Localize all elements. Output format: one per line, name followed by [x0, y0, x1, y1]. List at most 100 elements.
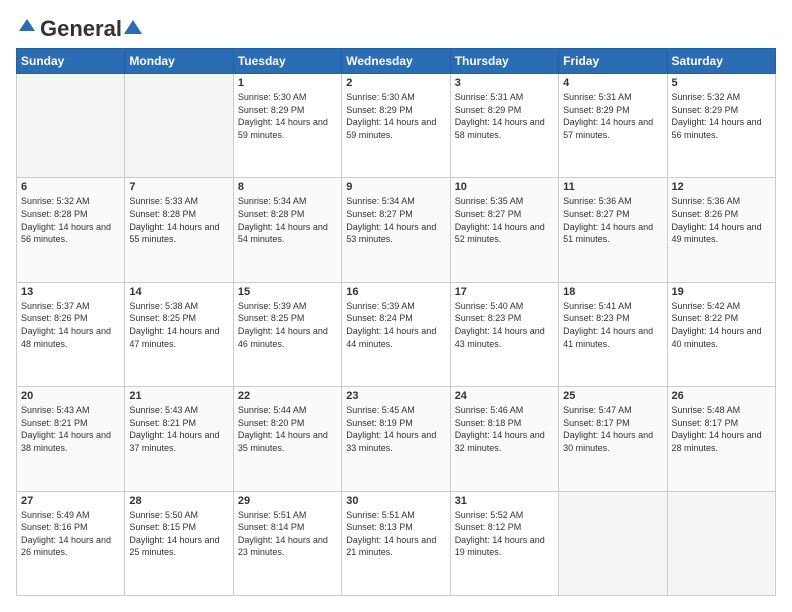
calendar-header-row: SundayMondayTuesdayWednesdayThursdayFrid…: [17, 49, 776, 74]
cell-details: Sunrise: 5:49 AMSunset: 8:16 PMDaylight:…: [21, 509, 120, 559]
calendar-table: SundayMondayTuesdayWednesdayThursdayFrid…: [16, 48, 776, 596]
day-number: 13: [21, 286, 120, 298]
day-number: 21: [129, 390, 228, 402]
cell-details: Sunrise: 5:39 AMSunset: 8:24 PMDaylight:…: [346, 300, 445, 350]
day-number: 16: [346, 286, 445, 298]
logo-icon: [17, 17, 37, 37]
cell-details: Sunrise: 5:36 AMSunset: 8:27 PMDaylight:…: [563, 195, 662, 245]
cell-details: Sunrise: 5:43 AMSunset: 8:21 PMDaylight:…: [21, 404, 120, 454]
cell-details: Sunrise: 5:50 AMSunset: 8:15 PMDaylight:…: [129, 509, 228, 559]
calendar-cell: 30 Sunrise: 5:51 AMSunset: 8:13 PMDayligh…: [342, 491, 450, 595]
cell-details: Sunrise: 5:30 AMSunset: 8:29 PMDaylight:…: [346, 91, 445, 141]
calendar-cell: 1 Sunrise: 5:30 AMSunset: 8:29 PMDaylight…: [233, 74, 341, 178]
calendar-cell: 7 Sunrise: 5:33 AMSunset: 8:28 PMDaylight…: [125, 178, 233, 282]
calendar-week-row: 6 Sunrise: 5:32 AMSunset: 8:28 PMDaylight…: [17, 178, 776, 282]
cell-details: Sunrise: 5:38 AMSunset: 8:25 PMDaylight:…: [129, 300, 228, 350]
logo-text-general: General: [40, 16, 122, 42]
calendar-cell: 8Sunrise: 5:34 AMSunset: 8:28 PMDaylight…: [233, 178, 341, 282]
cell-details: Sunrise: 5:33 AMSunset: 8:28 PMDaylight:…: [129, 195, 228, 245]
calendar-week-row: 13 Sunrise: 5:37 AMSunset: 8:26 PMDayligh…: [17, 282, 776, 386]
calendar-cell: 2 Sunrise: 5:30 AMSunset: 8:29 PMDaylight…: [342, 74, 450, 178]
day-number: 25: [563, 390, 662, 402]
calendar-cell: 29 Sunrise: 5:51 AMSunset: 8:14 PMDayligh…: [233, 491, 341, 595]
calendar-week-row: 1 Sunrise: 5:30 AMSunset: 8:29 PMDaylight…: [17, 74, 776, 178]
cell-details: Sunrise: 5:35 AMSunset: 8:27 PMDaylight:…: [455, 195, 554, 245]
day-number: 18: [563, 286, 662, 298]
cell-details: Sunrise: 5:36 AMSunset: 8:26 PMDaylight:…: [672, 195, 771, 245]
day-number: 6: [21, 181, 120, 193]
calendar-day-header: Friday: [559, 49, 667, 74]
calendar-cell: 28 Sunrise: 5:50 AMSunset: 8:15 PMDayligh…: [125, 491, 233, 595]
calendar-cell: 14Sunrise: 5:38 AMSunset: 8:25 PMDayligh…: [125, 282, 233, 386]
calendar-cell: 5 Sunrise: 5:32 AMSunset: 8:29 PMDaylight…: [667, 74, 775, 178]
logo: General: [16, 16, 142, 38]
calendar-cell: 23 Sunrise: 5:45 AMSunset: 8:19 PMDayligh…: [342, 387, 450, 491]
cell-details: Sunrise: 5:51 AMSunset: 8:14 PMDaylight:…: [238, 509, 337, 559]
calendar-day-header: Saturday: [667, 49, 775, 74]
calendar-cell: 31Sunrise: 5:52 AMSunset: 8:12 PMDayligh…: [450, 491, 558, 595]
day-number: 7: [129, 181, 228, 193]
calendar-day-header: Wednesday: [342, 49, 450, 74]
day-number: 28: [129, 495, 228, 507]
day-number: 22: [238, 390, 337, 402]
day-number: 26: [672, 390, 771, 402]
calendar-cell: [125, 74, 233, 178]
day-number: 30: [346, 495, 445, 507]
day-number: 11: [563, 181, 662, 193]
day-number: 9: [346, 181, 445, 193]
cell-details: Sunrise: 5:40 AMSunset: 8:23 PMDaylight:…: [455, 300, 554, 350]
cell-details: Sunrise: 5:46 AMSunset: 8:18 PMDaylight:…: [455, 404, 554, 454]
day-number: 27: [21, 495, 120, 507]
day-number: 15: [238, 286, 337, 298]
calendar-cell: 12 Sunrise: 5:36 AMSunset: 8:26 PMDayligh…: [667, 178, 775, 282]
day-number: 17: [455, 286, 554, 298]
cell-details: Sunrise: 5:52 AMSunset: 8:12 PMDaylight:…: [455, 509, 554, 559]
day-number: 20: [21, 390, 120, 402]
logo-triangle-icon: [124, 20, 142, 34]
cell-details: Sunrise: 5:41 AMSunset: 8:23 PMDaylight:…: [563, 300, 662, 350]
day-number: 3: [455, 77, 554, 89]
calendar-day-header: Sunday: [17, 49, 125, 74]
day-number: 29: [238, 495, 337, 507]
calendar-cell: 21 Sunrise: 5:43 AMSunset: 8:21 PMDayligh…: [125, 387, 233, 491]
cell-details: Sunrise: 5:34 AMSunset: 8:28 PMDaylight:…: [238, 195, 337, 245]
day-number: 2: [346, 77, 445, 89]
calendar-day-header: Thursday: [450, 49, 558, 74]
cell-details: Sunrise: 5:47 AMSunset: 8:17 PMDaylight:…: [563, 404, 662, 454]
calendar-week-row: 27 Sunrise: 5:49 AMSunset: 8:16 PMDayligh…: [17, 491, 776, 595]
calendar-cell: 25 Sunrise: 5:47 AMSunset: 8:17 PMDayligh…: [559, 387, 667, 491]
calendar-cell: [559, 491, 667, 595]
cell-details: Sunrise: 5:42 AMSunset: 8:22 PMDaylight:…: [672, 300, 771, 350]
day-number: 12: [672, 181, 771, 193]
cell-details: Sunrise: 5:32 AMSunset: 8:29 PMDaylight:…: [672, 91, 771, 141]
calendar-cell: 15 Sunrise: 5:39 AMSunset: 8:25 PMDayligh…: [233, 282, 341, 386]
day-number: 19: [672, 286, 771, 298]
calendar-cell: [667, 491, 775, 595]
header: General: [16, 16, 776, 38]
calendar-day-header: Monday: [125, 49, 233, 74]
page: General SundayMondayTuesdayWednesdayThur…: [0, 0, 792, 612]
cell-details: Sunrise: 5:34 AMSunset: 8:27 PMDaylight:…: [346, 195, 445, 245]
calendar-week-row: 20 Sunrise: 5:43 AMSunset: 8:21 PMDayligh…: [17, 387, 776, 491]
cell-details: Sunrise: 5:30 AMSunset: 8:29 PMDaylight:…: [238, 91, 337, 141]
cell-details: Sunrise: 5:44 AMSunset: 8:20 PMDaylight:…: [238, 404, 337, 454]
calendar-cell: 4Sunrise: 5:31 AMSunset: 8:29 PMDaylight…: [559, 74, 667, 178]
cell-details: Sunrise: 5:32 AMSunset: 8:28 PMDaylight:…: [21, 195, 120, 245]
cell-details: Sunrise: 5:37 AMSunset: 8:26 PMDaylight:…: [21, 300, 120, 350]
day-number: 1: [238, 77, 337, 89]
day-number: 4: [563, 77, 662, 89]
cell-details: Sunrise: 5:43 AMSunset: 8:21 PMDaylight:…: [129, 404, 228, 454]
day-number: 23: [346, 390, 445, 402]
calendar-cell: 3 Sunrise: 5:31 AMSunset: 8:29 PMDaylight…: [450, 74, 558, 178]
calendar-cell: 18 Sunrise: 5:41 AMSunset: 8:23 PMDayligh…: [559, 282, 667, 386]
cell-details: Sunrise: 5:45 AMSunset: 8:19 PMDaylight:…: [346, 404, 445, 454]
day-number: 10: [455, 181, 554, 193]
calendar-cell: 13 Sunrise: 5:37 AMSunset: 8:26 PMDayligh…: [17, 282, 125, 386]
day-number: 5: [672, 77, 771, 89]
cell-details: Sunrise: 5:31 AMSunset: 8:29 PMDaylight:…: [455, 91, 554, 141]
calendar-cell: 27 Sunrise: 5:49 AMSunset: 8:16 PMDayligh…: [17, 491, 125, 595]
calendar-cell: 11 Sunrise: 5:36 AMSunset: 8:27 PMDayligh…: [559, 178, 667, 282]
cell-details: Sunrise: 5:39 AMSunset: 8:25 PMDaylight:…: [238, 300, 337, 350]
calendar-cell: 10 Sunrise: 5:35 AMSunset: 8:27 PMDayligh…: [450, 178, 558, 282]
cell-details: Sunrise: 5:51 AMSunset: 8:13 PMDaylight:…: [346, 509, 445, 559]
